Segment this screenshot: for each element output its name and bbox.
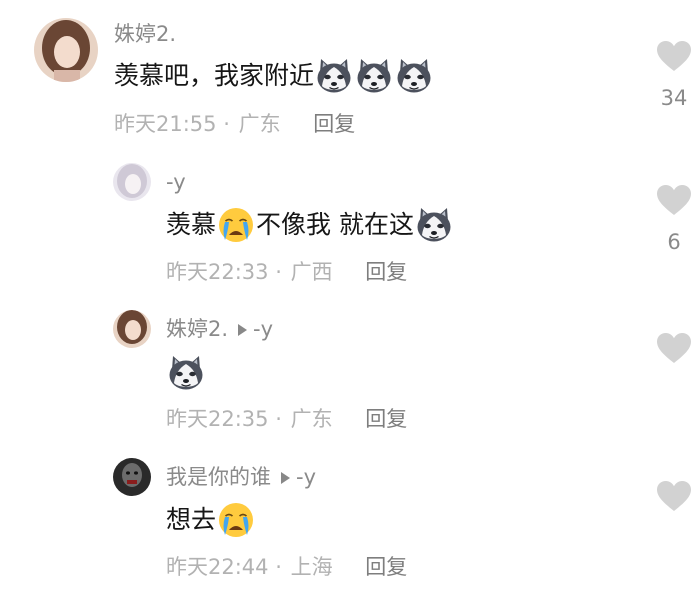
- avatar[interactable]: [34, 18, 98, 82]
- reply-item: 我是你的谁 -y 想去 昨天22:44 · 上海 回复: [0, 446, 700, 594]
- crying-icon: [216, 500, 256, 540]
- partial-text: ​: [166, 601, 284, 611]
- reply-item: 姝婷2. -y 昨天22:35 · 广东 回复: [0, 298, 700, 446]
- reply-item: -y 羡慕 不像我 就在这 昨天22:33 · 广西 回复 6: [0, 150, 700, 298]
- comment-text: [166, 353, 206, 393]
- username-link[interactable]: 我是你的谁: [166, 465, 271, 489]
- separator: ·: [223, 112, 230, 136]
- husky-icon: [394, 56, 434, 96]
- like-count: 6: [667, 230, 681, 254]
- crying-icon: [216, 205, 256, 245]
- husky-icon: [414, 205, 454, 245]
- username-link[interactable]: 姝婷2.: [166, 317, 228, 341]
- location: 广东: [238, 112, 281, 136]
- avatar[interactable]: [113, 310, 151, 348]
- comment-meta: 昨天21:55 · 广东 回复: [114, 110, 355, 138]
- username: 我是你的谁 -y: [166, 463, 316, 491]
- like-button[interactable]: 34: [652, 40, 696, 112]
- next-comment-partial: ​: [166, 595, 284, 611]
- reply-to-username[interactable]: -y: [296, 465, 316, 489]
- comment-text: 羡慕 不像我 就在这: [166, 205, 454, 245]
- reply-button[interactable]: 回复: [365, 260, 407, 284]
- avatar-photo-icon: [113, 163, 151, 201]
- comment-item: 姝婷2. 羡慕吧，我家附近 昨天21:55 · 广东 回复 34: [0, 0, 700, 150]
- separator: ·: [275, 260, 282, 284]
- separator: ·: [275, 407, 282, 431]
- timestamp: 昨天21:55: [114, 112, 217, 136]
- location: 广东: [290, 407, 333, 431]
- username[interactable]: 姝婷2.: [114, 20, 176, 48]
- timestamp: 昨天22:35: [166, 407, 269, 431]
- avatar[interactable]: [113, 458, 151, 496]
- comment-text-main: 羡慕: [166, 210, 217, 239]
- location: 广西: [290, 260, 333, 284]
- comment-text-tail: 不像我 就在这: [256, 210, 414, 239]
- comment-text: 羡慕吧，我家附近: [114, 56, 434, 96]
- like-count: 34: [660, 86, 688, 110]
- reply-button[interactable]: 回复: [365, 407, 407, 431]
- comment-meta: 昨天22:33 · 广西 回复: [166, 258, 407, 286]
- heart-icon: [656, 184, 692, 216]
- husky-icon: [166, 353, 206, 393]
- reply-button[interactable]: 回复: [313, 112, 355, 136]
- comment-meta: 昨天22:35 · 广东 回复: [166, 405, 407, 433]
- reply-to-username[interactable]: -y: [253, 317, 273, 341]
- timestamp: 昨天22:44: [166, 555, 269, 579]
- comment-text-main: 羡慕吧，我家附近: [114, 61, 315, 90]
- reply-arrow-icon: [281, 471, 290, 484]
- reply-arrow-icon: [238, 323, 248, 336]
- reply-button[interactable]: 回复: [365, 555, 407, 579]
- comment-meta: 昨天22:44 · 上海 回复: [166, 553, 407, 581]
- location: 上海: [290, 555, 333, 579]
- separator: ·: [275, 555, 282, 579]
- like-button[interactable]: 6: [652, 184, 696, 256]
- avatar[interactable]: [113, 163, 151, 201]
- comment-text-main: 想去: [166, 505, 217, 534]
- avatar-photo-icon: [34, 18, 98, 82]
- comment-thread: { "comments": [ { "username": "姝婷2.", "t…: [0, 0, 700, 607]
- heart-icon: [656, 40, 692, 72]
- timestamp: 昨天22:33: [166, 260, 269, 284]
- like-button[interactable]: [652, 480, 696, 512]
- username: 姝婷2. -y: [166, 315, 273, 343]
- comment-text: 想去: [166, 500, 256, 540]
- like-button[interactable]: [652, 332, 696, 364]
- username[interactable]: -y: [166, 168, 186, 196]
- husky-icon: [354, 56, 394, 96]
- heart-icon: [656, 332, 692, 364]
- avatar-photo-icon: [113, 458, 151, 496]
- avatar-photo-icon: [113, 310, 151, 348]
- husky-icon: [314, 56, 354, 96]
- heart-icon: [656, 480, 692, 512]
